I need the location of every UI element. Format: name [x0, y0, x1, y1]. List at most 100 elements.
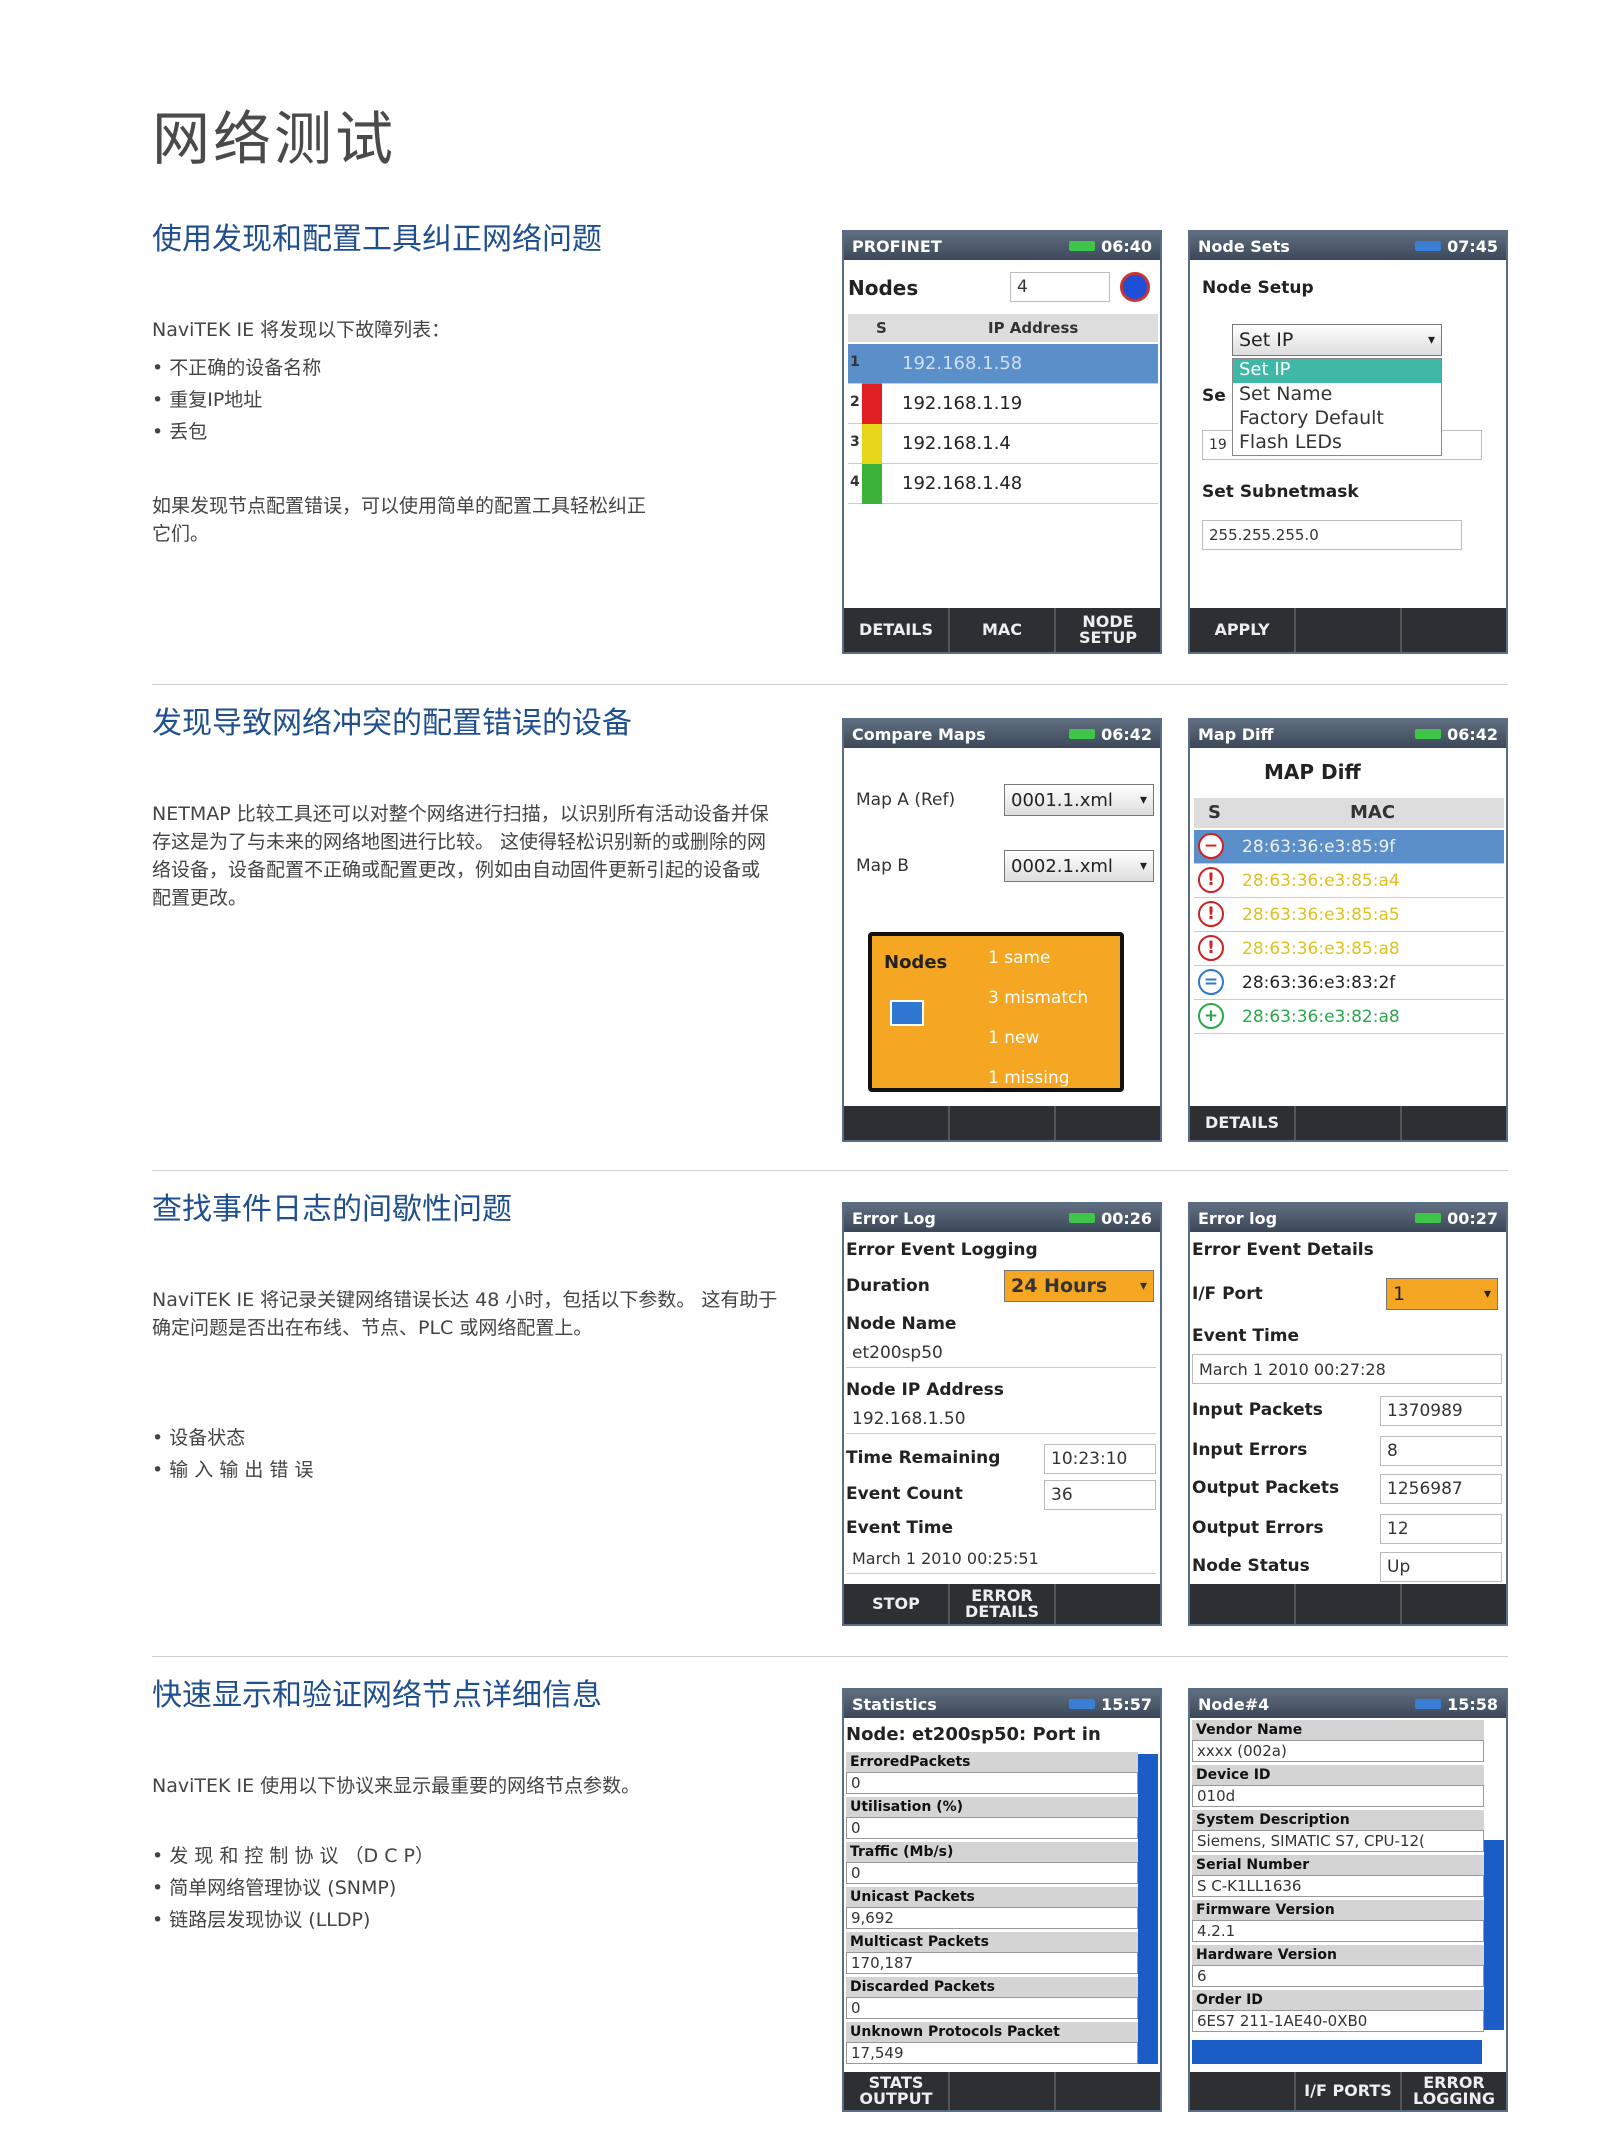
node-setup-heading: Node Setup	[1202, 278, 1314, 298]
node-name-label: Node Name	[846, 1314, 957, 1334]
mac-address: 28:63:36:e3:85:a8	[1242, 939, 1400, 959]
table-header: S IP Address	[848, 314, 1158, 342]
softkey-2[interactable]	[1296, 1584, 1402, 1624]
softkey-2[interactable]	[950, 1106, 1056, 1140]
compare-maps-screen: Compare Maps 06:42 Map A (Ref) 0001.1.xml…	[842, 718, 1162, 1142]
softkey-3[interactable]	[1056, 1584, 1160, 1624]
softkey-bar	[1190, 1584, 1506, 1624]
error-logging-button[interactable]: ERROR LOGGING	[1402, 2072, 1506, 2110]
port-select[interactable]: 1	[1386, 1278, 1498, 1310]
stats-output-button[interactable]: STATS OUTPUT	[844, 2072, 950, 2110]
option-set-ip[interactable]: Set IP	[1233, 359, 1441, 383]
node-ip-field[interactable]: 192.168.1.50	[846, 1404, 1156, 1434]
softkey-3[interactable]	[1402, 1106, 1506, 1140]
list-item: Hardware Version 6	[1192, 1945, 1484, 1990]
plus-icon: +	[1198, 1003, 1224, 1029]
softkey-bar: I/F PORTS ERROR LOGGING	[1190, 2072, 1506, 2110]
title-bar: Node#4 15:58	[1190, 1690, 1506, 1718]
softkey-2[interactable]	[950, 2072, 1056, 2110]
table-row[interactable]: ! 28:63:36:e3:85:a5	[1194, 898, 1504, 932]
mac-button[interactable]: MAC	[950, 608, 1056, 652]
compare-summary-box[interactable]: Nodes 1 same 3 mismatch 1 new 1 missing	[868, 932, 1124, 1092]
softkey-3[interactable]	[1402, 608, 1506, 652]
section-2-title: 发现导致网络冲突的配置错误的设备	[152, 706, 632, 741]
divider	[152, 1170, 1508, 1171]
softkey-2[interactable]	[1296, 1106, 1402, 1140]
field-label: Device ID	[1192, 1765, 1484, 1785]
list-item: Multicast Packets 170,187	[846, 1932, 1138, 1977]
node-status-value: Up	[1380, 1552, 1502, 1582]
ip-address: 192.168.1.19	[902, 393, 1023, 414]
page-title: 网络测试	[152, 105, 397, 173]
list-item: Device ID 010d	[1192, 1765, 1484, 1810]
scrollbar[interactable]	[1484, 1840, 1504, 2030]
softkey-1[interactable]	[844, 1106, 950, 1140]
nodes-label: Nodes	[884, 952, 948, 973]
field-value: 0	[846, 1997, 1138, 2019]
list-item: ErroredPackets 0	[846, 1752, 1138, 1797]
option-set-name[interactable]: Set Name	[1233, 383, 1441, 407]
option-flash-leds[interactable]: Flash LEDs	[1233, 431, 1441, 455]
table-row[interactable]: 3 192.168.1.4	[848, 424, 1158, 464]
node-name-field[interactable]: et200sp50	[846, 1338, 1156, 1368]
refresh-icon[interactable]	[1120, 272, 1150, 302]
field-label: Utilisation (%)	[846, 1797, 1138, 1817]
table-row[interactable]: 2 192.168.1.19	[848, 384, 1158, 424]
field-value: 010d	[1192, 1785, 1484, 1807]
field-label: ErroredPackets	[846, 1752, 1138, 1772]
softkey-1[interactable]	[1190, 2072, 1296, 2110]
option-factory-default[interactable]: Factory Default	[1233, 407, 1441, 431]
apply-button[interactable]: APPLY	[1190, 608, 1296, 652]
status-swatch	[862, 464, 882, 504]
table-row[interactable]: +28:63:36:e3:82:a8	[1194, 1000, 1504, 1034]
table-row[interactable]: ! 28:63:36:e3:85:a4	[1194, 864, 1504, 898]
softkey-1[interactable]	[1190, 1584, 1296, 1624]
section-4-title: 快速显示和验证网络节点详细信息	[152, 1678, 602, 1713]
setup-action-select[interactable]: Set IP	[1232, 324, 1442, 356]
horizontal-scrollbar[interactable]	[1192, 2040, 1482, 2064]
duration-select[interactable]: 24 Hours	[1004, 1270, 1154, 1302]
nodes-count-field[interactable]: 4	[1010, 272, 1110, 302]
error-log-screen: Error Log 00:26 Error Event Logging Durat…	[842, 1202, 1162, 1626]
profinet-screen: PROFINET 06:40 Nodes 4 S IP Address 1 192.…	[842, 230, 1162, 654]
softkey-2[interactable]	[1296, 608, 1402, 652]
status-swatch	[862, 424, 882, 464]
table-row[interactable]: −28:63:36:e3:85:9f	[1194, 830, 1504, 864]
event-count-label: Event Count	[846, 1484, 963, 1504]
row-number: 1	[850, 354, 860, 370]
table-row[interactable]: = 28:63:36:e3:83:2f	[1194, 966, 1504, 1000]
softkey-3[interactable]	[1402, 1584, 1506, 1624]
map-a-select[interactable]: 0001.1.xml	[1004, 784, 1154, 816]
field-value: xxxx (002a)	[1192, 1740, 1484, 1762]
stop-button[interactable]: STOP	[844, 1584, 950, 1624]
compare-stats: 1 same 3 mismatch 1 new 1 missing	[988, 948, 1089, 1088]
softkey-bar: APPLY	[1190, 608, 1506, 652]
error-details-button[interactable]: ERROR DETAILS	[950, 1584, 1056, 1624]
node-list: 1 192.168.1.58 2 192.168.1.19 3 192.168.1.4 4 1…	[848, 344, 1158, 504]
table-row[interactable]: ! 28:63:36:e3:85:a8	[1194, 932, 1504, 966]
field-value: 6ES7 211-1AE40-0XB0	[1192, 2010, 1484, 2032]
node-setup-screen: Node Sets07:45 Node Setup Set IP Set IP …	[1188, 230, 1508, 654]
subnet-field[interactable]: 255.255.255.0	[1202, 520, 1462, 550]
input-packets-label: Input Packets	[1192, 1400, 1323, 1420]
map-b-select[interactable]: 0002.1.xml	[1004, 850, 1154, 882]
time-remaining-value: 10:23:10	[1044, 1444, 1156, 1474]
minus-icon: −	[1198, 833, 1224, 859]
subnet-label: Set Subnetmask	[1202, 482, 1359, 502]
scrollbar[interactable]	[1138, 1754, 1158, 2064]
table-row[interactable]: 1 192.168.1.58	[848, 344, 1158, 384]
table-row[interactable]: 4 192.168.1.48	[848, 464, 1158, 504]
softkey-3[interactable]	[1056, 2072, 1160, 2110]
softkey-bar: DETAILS MAC NODE SETUP	[844, 608, 1160, 652]
if-ports-button[interactable]: I/F PORTS	[1296, 2072, 1402, 2110]
details-button[interactable]: DETAILS	[844, 608, 950, 652]
map-diff-screen: Map Diff 06:42 MAP Diff S MAC −28:63:36:e…	[1188, 718, 1508, 1142]
map-b-label: Map B	[856, 856, 909, 876]
field-value: 6	[1192, 1965, 1484, 1987]
details-button[interactable]: DETAILS	[1190, 1106, 1296, 1140]
node-info-screen: Node#4 15:58 Vendor Name xxxx (002a) Device…	[1188, 1688, 1508, 2112]
node-status-label: Node Status	[1192, 1556, 1310, 1576]
node-setup-button[interactable]: NODE SETUP	[1056, 608, 1160, 652]
softkey-3[interactable]	[1056, 1106, 1160, 1140]
field-label: Unicast Packets	[846, 1887, 1138, 1907]
